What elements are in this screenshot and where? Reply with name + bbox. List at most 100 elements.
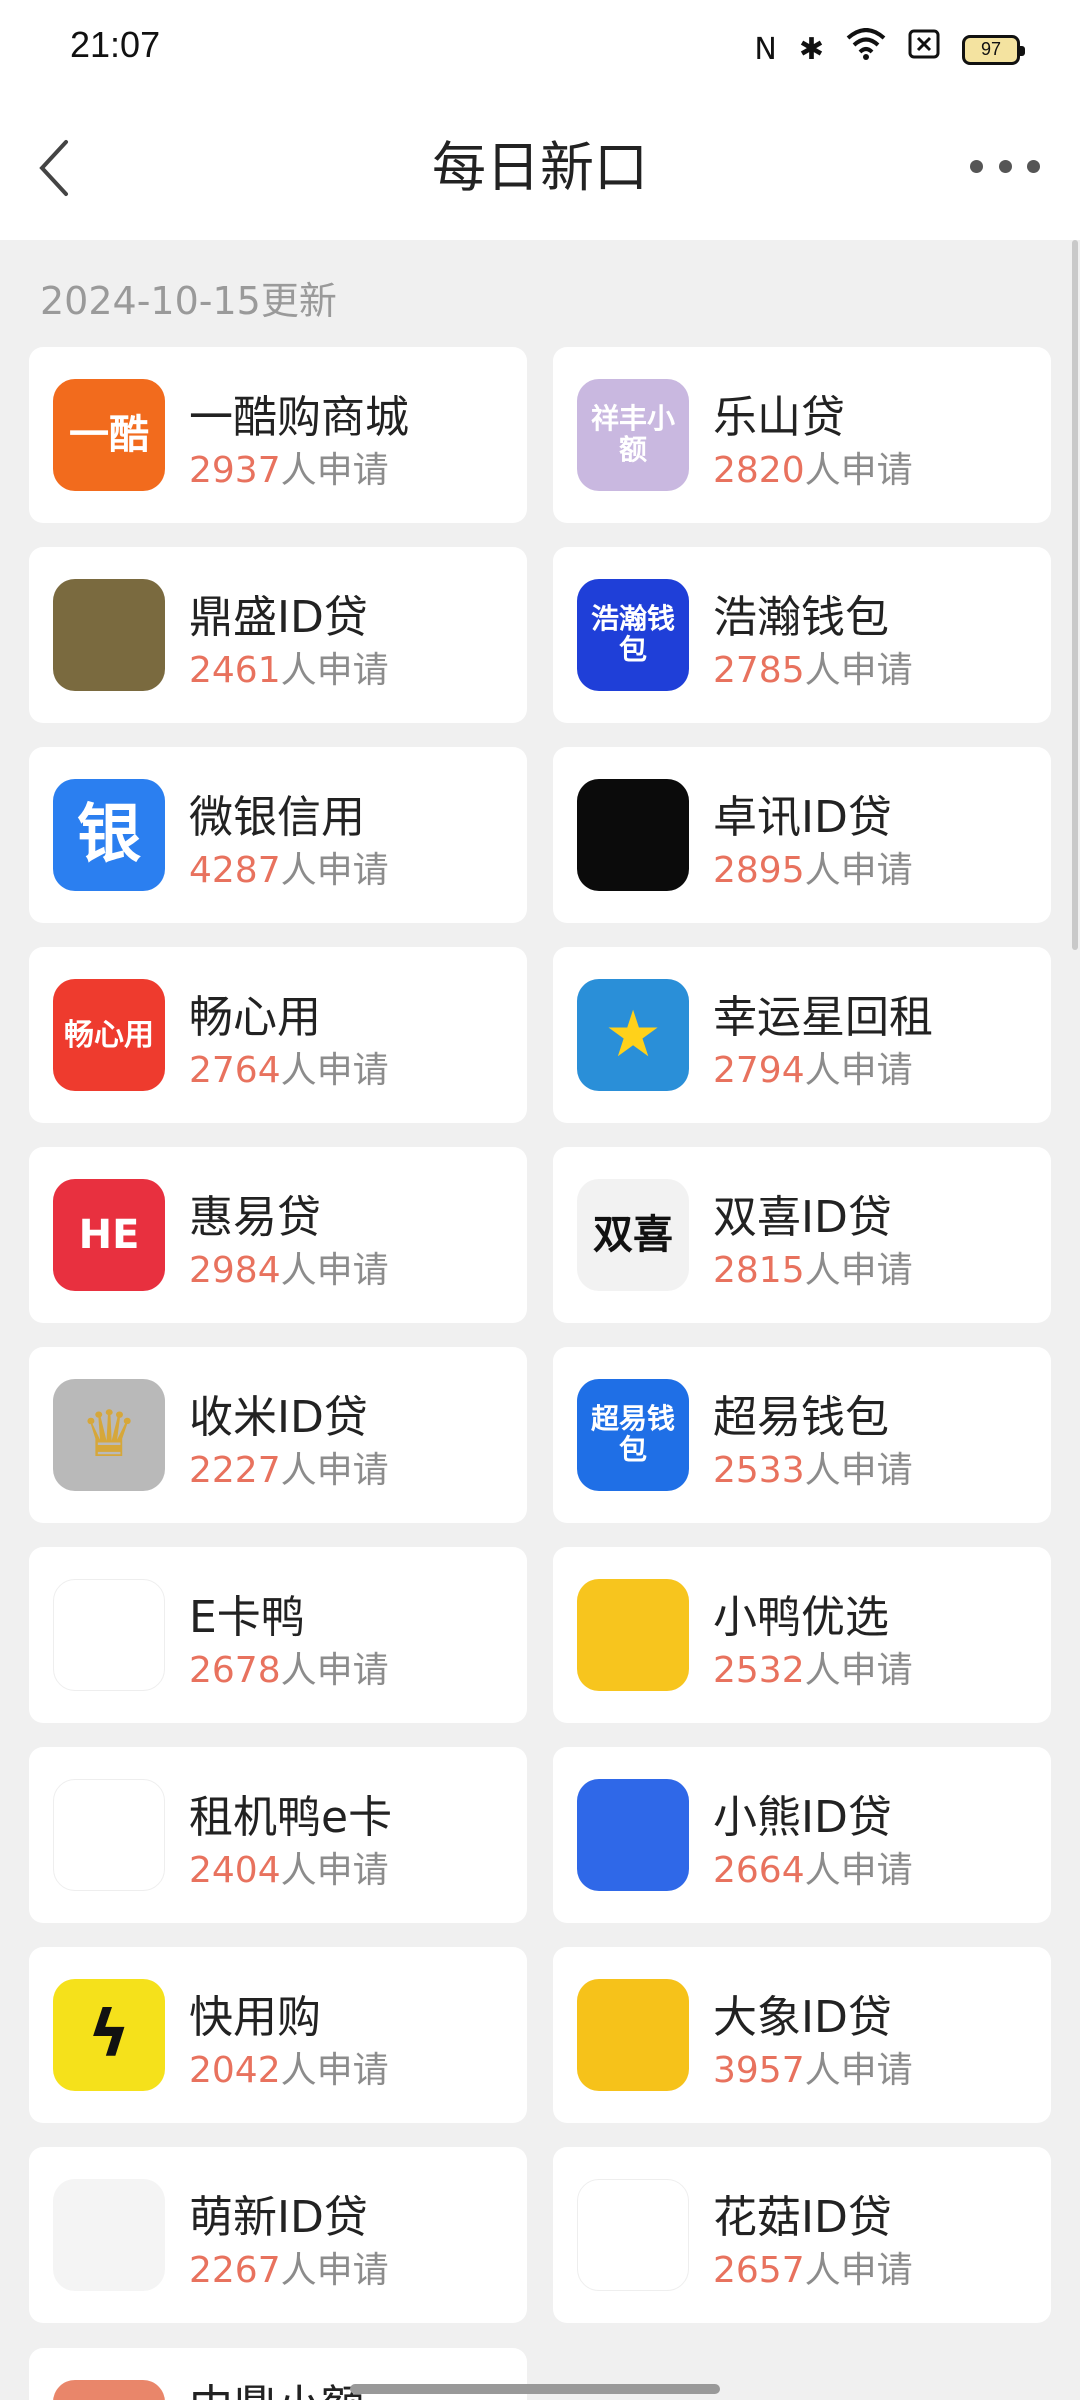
app-card[interactable]: 双喜 双喜ID贷 2815人申请 — [553, 1147, 1051, 1323]
apply-count-suffix: 人申请 — [280, 450, 389, 491]
more-options-button[interactable] — [970, 146, 1040, 186]
app-name: 卓讯ID贷 — [713, 792, 892, 843]
apply-count: 2533人申请 — [713, 1441, 913, 1493]
apply-count: 2267人申请 — [189, 2241, 389, 2293]
app-card[interactable]: 大象ID贷 3957人申请 — [553, 1947, 1051, 2123]
apply-count: 2227人申请 — [189, 1441, 389, 1493]
apply-count-suffix: 人申请 — [804, 450, 913, 491]
scrollbar[interactable] — [1072, 240, 1078, 950]
app-icon-text: 浩瀚钱包 — [590, 602, 675, 666]
app-icon — [577, 1579, 689, 1691]
app-icon-text: ♛ — [80, 1397, 138, 1472]
app-card[interactable]: 超易钱包 超易钱包 2533人申请 — [553, 1347, 1051, 1523]
app-name: E卡鸭 — [189, 1592, 305, 1643]
apply-count-suffix: 人申请 — [280, 1650, 389, 1691]
more-dot-icon — [1027, 159, 1040, 173]
apply-count: 2657人申请 — [713, 2241, 913, 2293]
home-indicator[interactable] — [350, 2384, 720, 2394]
app-icon — [53, 1779, 165, 1891]
app-card[interactable]: ϟ 快用购 2042人申请 — [29, 1947, 527, 2123]
sim-off-icon — [908, 29, 940, 70]
app-icon: 双喜 — [577, 1179, 689, 1291]
apply-count-number: 2267 — [189, 2250, 281, 2291]
update-date: 2024-10-15更新 — [40, 279, 337, 323]
app-icon — [577, 1979, 689, 2091]
apply-count-number: 2404 — [189, 1850, 281, 1891]
apply-count-suffix: 人申请 — [280, 1850, 389, 1891]
apply-count: 2764人申请 — [189, 1041, 389, 1093]
apply-count: 2042人申请 — [189, 2041, 389, 2093]
app-card[interactable]: 小熊ID贷 2664人申请 — [553, 1747, 1051, 1923]
apply-count-suffix: 人申请 — [804, 850, 913, 891]
app-icon — [577, 1779, 689, 1891]
app-icon — [577, 2179, 689, 2291]
app-card[interactable]: 花菇ID贷 2657人申请 — [553, 2147, 1051, 2323]
app-icon-text: ★ — [604, 997, 662, 1072]
apply-count-suffix: 人申请 — [804, 1250, 913, 1291]
app-card[interactable]: 畅心用 畅心用 2764人申请 — [29, 947, 527, 1123]
apply-count-number: 2227 — [189, 1450, 281, 1491]
app-card[interactable]: 银微银信用 4287人申请 — [29, 747, 527, 923]
app-icon — [53, 2179, 165, 2291]
app-name: 小熊ID贷 — [713, 1792, 892, 1843]
apply-count-suffix: 人申请 — [280, 850, 389, 891]
app-icon — [53, 1579, 165, 1691]
apply-count-number: 2984 — [189, 1250, 281, 1291]
app-card[interactable]: E卡鸭 2678人申请 — [29, 1547, 527, 1723]
nav-bar: 每日新口 — [0, 96, 1080, 240]
apply-count-number: 2664 — [713, 1850, 805, 1891]
app-name: 小鸭优选 — [713, 1592, 889, 1643]
app-icon-text: 超易钱包 — [590, 1402, 675, 1466]
app-card[interactable]: 小鸭优选 2532人申请 — [553, 1547, 1051, 1723]
app-name: 畅心用 — [189, 992, 321, 1043]
app-card[interactable]: 萌新ID贷 2267人申请 — [29, 2147, 527, 2323]
app-name: 萌新ID贷 — [189, 2192, 368, 2243]
battery-indicator: 97 — [962, 34, 1025, 65]
apply-count: 2664人申请 — [713, 1841, 913, 1893]
apply-count: 2532人申请 — [713, 1641, 913, 1693]
app-icon: 超易钱包 — [577, 1379, 689, 1491]
apply-count-number: 2461 — [189, 650, 281, 691]
apply-count-number: 2815 — [713, 1250, 805, 1291]
apply-count-suffix: 人申请 — [804, 2050, 913, 2091]
app-card[interactable]: 祥丰小额 乐山贷 2820人申请 — [553, 347, 1051, 523]
app-card[interactable]: 租机鸭e卡 2404人申请 — [29, 1747, 527, 1923]
app-icon: 畅心用 — [53, 979, 165, 1091]
apply-count-number: 2937 — [189, 450, 281, 491]
app-icon-text: 畅心用 — [64, 1017, 154, 1053]
apply-count: 2984人申请 — [189, 1241, 389, 1293]
apply-count-number: 4287 — [189, 850, 281, 891]
app-grid: 一酷 一酷购商城 2937人申请 祥丰小额 乐山贷 2820人申请 鼎盛ID贷 2461人申请… — [29, 347, 1051, 2323]
apply-count: 2895人申请 — [713, 841, 913, 893]
bluetooth-icon: ✱ — [798, 31, 824, 67]
apply-count: 2461人申请 — [189, 641, 389, 693]
apply-count-number: 2794 — [713, 1050, 805, 1091]
app-card[interactable]: 卓讯ID贷 2895人申请 — [553, 747, 1051, 923]
apply-count: 2820人申请 — [713, 441, 913, 493]
app-name: 一酷购商城 — [189, 392, 409, 443]
nfc-icon: N — [754, 31, 777, 67]
status-icons: N ✱ 97 — [754, 28, 1025, 71]
app-name: 租机鸭e卡 — [189, 1792, 393, 1843]
app-icon — [577, 779, 689, 891]
app-name: 收米ID贷 — [189, 1392, 368, 1443]
app-card[interactable]: 一酷 一酷购商城 2937人申请 — [29, 347, 527, 523]
app-icon: 一酷 — [53, 379, 165, 491]
app-card[interactable]: HE 惠易贷 2984人申请 — [29, 1147, 527, 1323]
apply-count-number: 2678 — [189, 1650, 281, 1691]
apply-count-suffix: 人申请 — [280, 2250, 389, 2291]
app-name: 鼎盛ID贷 — [189, 592, 368, 643]
app-name: 幸运星回租 — [713, 992, 933, 1043]
app-card[interactable]: ★ 幸运星回租 2794人申请 — [553, 947, 1051, 1123]
apply-count: 2678人申请 — [189, 1641, 389, 1693]
more-dot-icon — [998, 159, 1012, 173]
app-icon-text: 银 — [77, 797, 141, 872]
app-card[interactable]: 鼎盛ID贷 2461人申请 — [29, 547, 527, 723]
app-card[interactable]: 浩瀚钱包 浩瀚钱包 2785人申请 — [553, 547, 1051, 723]
apply-count-number: 2532 — [713, 1650, 805, 1691]
app-icon: HE — [53, 1179, 165, 1291]
apply-count-number: 2764 — [189, 1050, 281, 1091]
app-card[interactable]: ♛ 收米ID贷 2227人申请 — [29, 1347, 527, 1523]
apply-count-suffix: 人申请 — [280, 2050, 389, 2091]
apply-count-suffix: 人申请 — [804, 650, 913, 691]
